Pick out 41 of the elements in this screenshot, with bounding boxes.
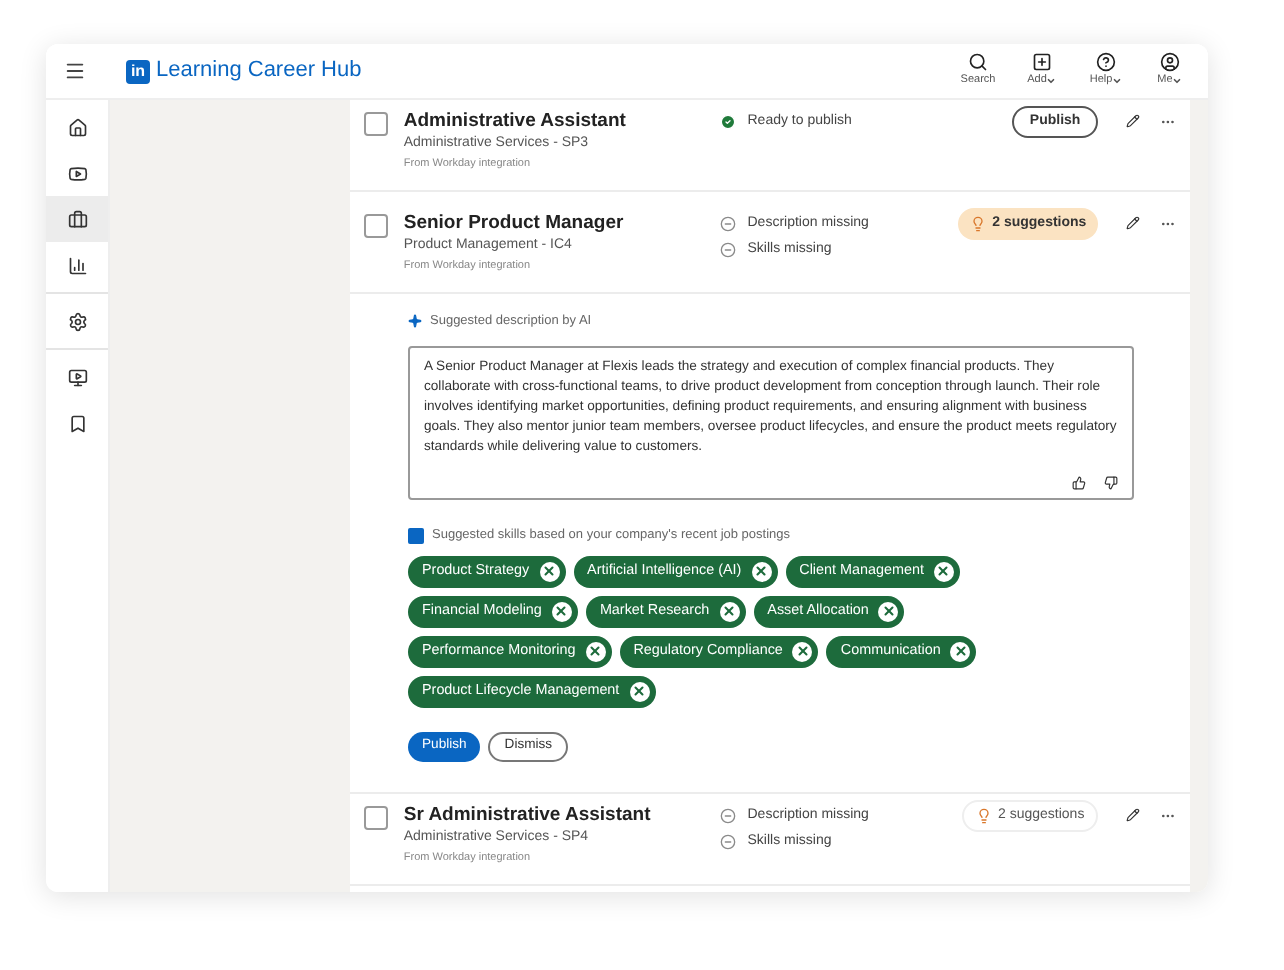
edit-icon[interactable] [1126, 216, 1141, 230]
monitor-icon [67, 367, 87, 387]
remove-icon[interactable] [950, 641, 971, 661]
remove-icon[interactable] [792, 641, 813, 661]
remove-icon[interactable] [551, 601, 572, 621]
bookmark-icon [67, 413, 87, 433]
lightbulb-icon [976, 808, 992, 824]
remove-icon[interactable] [539, 561, 560, 581]
home-icon [67, 117, 87, 137]
menu-icon[interactable] [64, 60, 86, 82]
thumbs-up-icon[interactable] [1072, 475, 1086, 490]
search-icon [968, 52, 988, 73]
lightbulb-icon [970, 216, 987, 232]
remove-icon[interactable] [933, 561, 954, 581]
edit-icon[interactable] [1126, 114, 1141, 128]
remove-icon[interactable] [585, 641, 606, 661]
checkbox[interactable] [364, 806, 388, 830]
checkbox[interactable] [364, 214, 388, 238]
checkbox[interactable] [364, 112, 388, 136]
logo-icon: in [126, 59, 150, 83]
add-icon [1032, 52, 1052, 73]
sidebar-item[interactable] [46, 196, 108, 242]
remove-icon[interactable] [719, 601, 740, 621]
job-title[interactable]: Administrative Assistant [403, 110, 720, 134]
job-title[interactable]: Sr Administrative Assistant [403, 804, 720, 828]
bar-chart-icon [67, 255, 87, 275]
briefcase-icon [67, 209, 87, 229]
logo-icon [408, 527, 424, 544]
help-icon [1096, 52, 1116, 73]
remove-icon[interactable] [629, 681, 650, 701]
thumbs-down-icon[interactable] [1104, 475, 1118, 490]
sparkle-icon [408, 314, 422, 329]
job-title[interactable]: Senior Product Manager [403, 212, 720, 236]
edit-icon[interactable] [1126, 808, 1141, 822]
settings-icon [67, 311, 87, 331]
description-box[interactable] [408, 345, 1134, 500]
app-title: Learning Career Hub [156, 56, 362, 87]
remove-icon[interactable] [878, 601, 899, 621]
video-icon [67, 163, 87, 183]
person-icon [1160, 52, 1180, 73]
remove-icon[interactable] [751, 561, 772, 581]
